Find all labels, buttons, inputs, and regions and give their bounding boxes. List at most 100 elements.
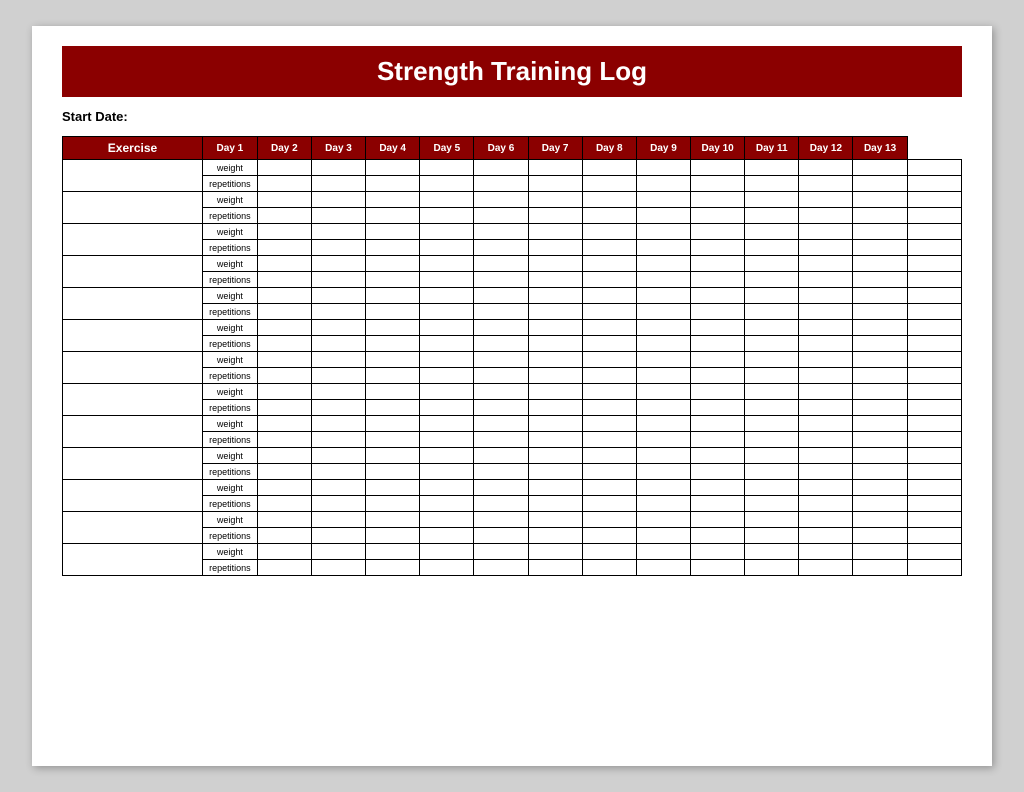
- weight-day10-ex5[interactable]: [745, 288, 799, 304]
- rep-day8-ex8[interactable]: [636, 400, 690, 416]
- weight-day13-ex10[interactable]: [907, 448, 961, 464]
- rep-day11-ex13[interactable]: [799, 560, 853, 576]
- weight-day5-ex3[interactable]: [474, 224, 528, 240]
- rep-day9-ex12[interactable]: [691, 528, 745, 544]
- weight-day13-ex11[interactable]: [907, 480, 961, 496]
- weight-day4-ex3[interactable]: [420, 224, 474, 240]
- rep-day9-ex2[interactable]: [691, 208, 745, 224]
- weight-day7-ex7[interactable]: [582, 352, 636, 368]
- weight-day9-ex6[interactable]: [691, 320, 745, 336]
- weight-day2-ex9[interactable]: [311, 416, 365, 432]
- rep-day6-ex6[interactable]: [528, 336, 582, 352]
- weight-day2-ex13[interactable]: [311, 544, 365, 560]
- rep-day12-ex3[interactable]: [853, 240, 907, 256]
- rep-day3-ex4[interactable]: [366, 272, 420, 288]
- rep-day7-ex1[interactable]: [582, 176, 636, 192]
- weight-day10-ex13[interactable]: [745, 544, 799, 560]
- rep-day3-ex11[interactable]: [366, 496, 420, 512]
- weight-day1-ex10[interactable]: [257, 448, 311, 464]
- rep-day4-ex7[interactable]: [420, 368, 474, 384]
- rep-day12-ex10[interactable]: [853, 464, 907, 480]
- exercise-name-1[interactable]: [63, 160, 203, 192]
- rep-day8-ex10[interactable]: [636, 464, 690, 480]
- rep-day11-ex12[interactable]: [799, 528, 853, 544]
- rep-day2-ex4[interactable]: [311, 272, 365, 288]
- weight-day5-ex10[interactable]: [474, 448, 528, 464]
- rep-day6-ex4[interactable]: [528, 272, 582, 288]
- rep-day10-ex3[interactable]: [745, 240, 799, 256]
- weight-day4-ex5[interactable]: [420, 288, 474, 304]
- rep-day12-ex6[interactable]: [853, 336, 907, 352]
- rep-day2-ex1[interactable]: [311, 176, 365, 192]
- rep-day5-ex9[interactable]: [474, 432, 528, 448]
- weight-day6-ex7[interactable]: [528, 352, 582, 368]
- rep-day6-ex11[interactable]: [528, 496, 582, 512]
- weight-day11-ex1[interactable]: [799, 160, 853, 176]
- rep-day3-ex6[interactable]: [366, 336, 420, 352]
- weight-day5-ex9[interactable]: [474, 416, 528, 432]
- weight-day12-ex8[interactable]: [853, 384, 907, 400]
- weight-day1-ex7[interactable]: [257, 352, 311, 368]
- rep-day6-ex7[interactable]: [528, 368, 582, 384]
- weight-day2-ex6[interactable]: [311, 320, 365, 336]
- rep-day7-ex12[interactable]: [582, 528, 636, 544]
- rep-day13-ex12[interactable]: [907, 528, 961, 544]
- weight-day8-ex6[interactable]: [636, 320, 690, 336]
- weight-day6-ex8[interactable]: [528, 384, 582, 400]
- rep-day7-ex3[interactable]: [582, 240, 636, 256]
- weight-day4-ex9[interactable]: [420, 416, 474, 432]
- rep-day5-ex7[interactable]: [474, 368, 528, 384]
- weight-day2-ex8[interactable]: [311, 384, 365, 400]
- rep-day5-ex5[interactable]: [474, 304, 528, 320]
- rep-day9-ex9[interactable]: [691, 432, 745, 448]
- rep-day7-ex2[interactable]: [582, 208, 636, 224]
- weight-day4-ex10[interactable]: [420, 448, 474, 464]
- weight-day13-ex13[interactable]: [907, 544, 961, 560]
- exercise-name-10[interactable]: [63, 448, 203, 480]
- weight-day2-ex11[interactable]: [311, 480, 365, 496]
- weight-day1-ex12[interactable]: [257, 512, 311, 528]
- weight-day3-ex3[interactable]: [366, 224, 420, 240]
- weight-day1-ex1[interactable]: [257, 160, 311, 176]
- rep-day11-ex4[interactable]: [799, 272, 853, 288]
- weight-day13-ex12[interactable]: [907, 512, 961, 528]
- rep-day13-ex5[interactable]: [907, 304, 961, 320]
- exercise-name-7[interactable]: [63, 352, 203, 384]
- rep-day11-ex6[interactable]: [799, 336, 853, 352]
- weight-day13-ex8[interactable]: [907, 384, 961, 400]
- weight-day1-ex13[interactable]: [257, 544, 311, 560]
- rep-day13-ex11[interactable]: [907, 496, 961, 512]
- weight-day10-ex8[interactable]: [745, 384, 799, 400]
- rep-day1-ex10[interactable]: [257, 464, 311, 480]
- rep-day5-ex12[interactable]: [474, 528, 528, 544]
- rep-day13-ex13[interactable]: [907, 560, 961, 576]
- weight-day7-ex6[interactable]: [582, 320, 636, 336]
- rep-day6-ex9[interactable]: [528, 432, 582, 448]
- weight-day4-ex1[interactable]: [420, 160, 474, 176]
- rep-day5-ex13[interactable]: [474, 560, 528, 576]
- weight-day10-ex3[interactable]: [745, 224, 799, 240]
- weight-day6-ex5[interactable]: [528, 288, 582, 304]
- weight-day7-ex9[interactable]: [582, 416, 636, 432]
- weight-day6-ex6[interactable]: [528, 320, 582, 336]
- rep-day11-ex5[interactable]: [799, 304, 853, 320]
- weight-day3-ex7[interactable]: [366, 352, 420, 368]
- rep-day12-ex8[interactable]: [853, 400, 907, 416]
- weight-day1-ex2[interactable]: [257, 192, 311, 208]
- weight-day9-ex10[interactable]: [691, 448, 745, 464]
- rep-day5-ex4[interactable]: [474, 272, 528, 288]
- rep-day2-ex6[interactable]: [311, 336, 365, 352]
- rep-day8-ex4[interactable]: [636, 272, 690, 288]
- rep-day12-ex13[interactable]: [853, 560, 907, 576]
- weight-day11-ex13[interactable]: [799, 544, 853, 560]
- rep-day2-ex7[interactable]: [311, 368, 365, 384]
- rep-day8-ex2[interactable]: [636, 208, 690, 224]
- weight-day12-ex10[interactable]: [853, 448, 907, 464]
- exercise-name-12[interactable]: [63, 512, 203, 544]
- weight-day7-ex3[interactable]: [582, 224, 636, 240]
- rep-day9-ex13[interactable]: [691, 560, 745, 576]
- rep-day13-ex2[interactable]: [907, 208, 961, 224]
- rep-day10-ex5[interactable]: [745, 304, 799, 320]
- weight-day6-ex4[interactable]: [528, 256, 582, 272]
- weight-day6-ex3[interactable]: [528, 224, 582, 240]
